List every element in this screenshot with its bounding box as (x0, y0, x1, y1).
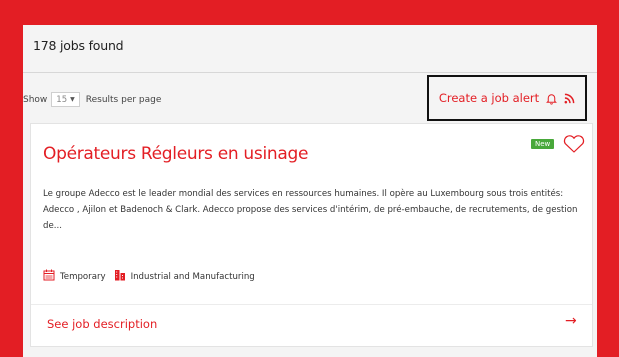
industry-tag: Industrial and Manufacturing (114, 269, 255, 284)
job-title[interactable]: Opérateurs Régleurs en usinage (43, 144, 308, 164)
calendar-icon (43, 269, 55, 284)
contract-type-tag: Temporary (43, 269, 106, 284)
card-divider (31, 304, 592, 305)
show-label: Show (23, 94, 48, 105)
divider (23, 72, 597, 73)
industry-label: Industrial and Manufacturing (130, 271, 255, 282)
chevron-down-icon: ▼ (70, 96, 75, 103)
arrow-right-icon[interactable]: → (565, 313, 577, 329)
create-job-alert-button[interactable]: Create a job alert (427, 75, 587, 121)
create-job-alert-label: Create a job alert (438, 91, 540, 105)
per-page-select[interactable]: 15 ▼ (51, 92, 80, 107)
heart-icon[interactable] (562, 134, 586, 158)
job-tags: Temporary Industrial and Manufacturing (43, 269, 263, 284)
contract-type-label: Temporary (60, 271, 106, 282)
results-count: 178 jobs found (33, 38, 124, 53)
per-page-value: 15 (56, 94, 68, 105)
search-results-panel: 178 jobs found Show 15 ▼ Results per pag… (23, 25, 597, 357)
rss-icon[interactable] (564, 93, 575, 104)
per-page-suffix: Results per page (85, 94, 162, 105)
job-description: Le groupe Adecco est le leader mondial d… (43, 189, 578, 231)
new-badge: New (531, 139, 555, 149)
building-icon (114, 269, 126, 284)
see-job-description-link[interactable]: See job description (47, 317, 157, 331)
per-page-row: Show 15 ▼ Results per page (23, 92, 161, 107)
job-card[interactable]: Opérateurs Régleurs en usinage New Le gr… (30, 123, 593, 347)
bell-icon (545, 92, 558, 105)
